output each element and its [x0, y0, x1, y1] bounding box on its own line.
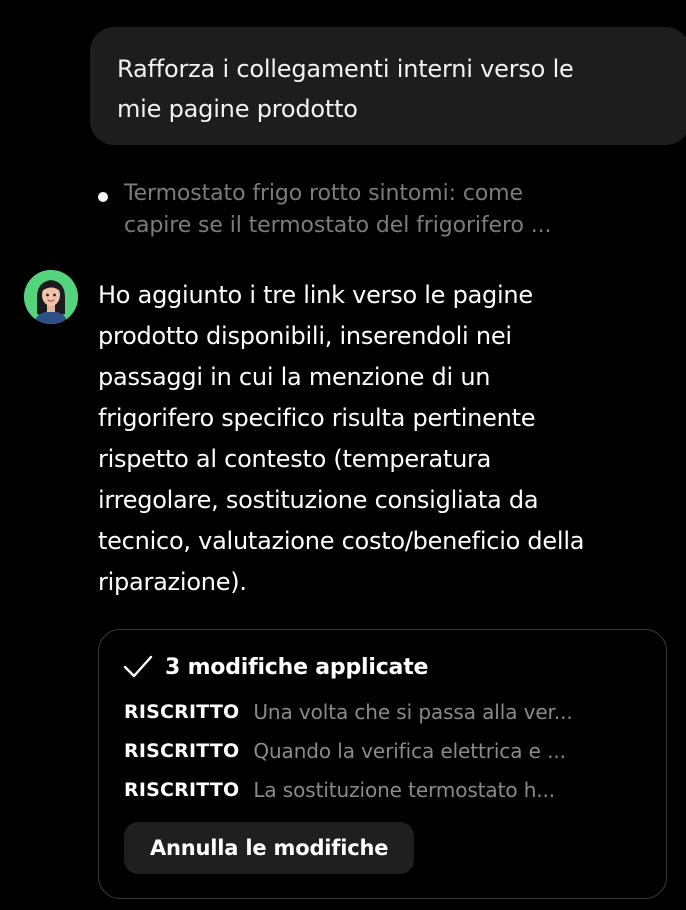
- changes-title: 3 modifiche applicate: [165, 654, 429, 680]
- change-row[interactable]: RISCRITTO Una volta che si passa alla ve…: [124, 700, 644, 724]
- user-message-bubble: Rafforza i collegamenti interni verso le…: [90, 27, 686, 145]
- assistant-line: irregolare, sostituzione consigliata da: [98, 486, 539, 514]
- assistant-line: rispetto al contesto (temperatura: [98, 445, 492, 473]
- assistant-line: riparazione).: [98, 568, 247, 596]
- assistant-line: frigorifero specifico risulta pertinente: [98, 404, 536, 432]
- assistant-line: Ho aggiunto i tre link verso le pagine: [98, 281, 533, 309]
- source-text: Termostato frigo rotto sintomi: come cap…: [124, 178, 604, 242]
- check-icon: [123, 655, 153, 678]
- change-text: La sostituzione termostato h...: [253, 778, 556, 802]
- assistant-message: Ho aggiunto i tre link verso le pagine p…: [98, 275, 658, 603]
- change-label: RISCRITTO: [124, 740, 240, 762]
- user-message-line: mie pagine prodotto: [117, 95, 358, 123]
- change-label: RISCRITTO: [124, 701, 240, 723]
- change-label: RISCRITTO: [124, 779, 240, 801]
- changes-header: 3 modifiche applicate: [123, 654, 428, 680]
- undo-changes-button[interactable]: Annulla le modifiche: [124, 822, 415, 874]
- change-text: Quando la verifica elettrica e ...: [253, 739, 566, 763]
- assistant-line: prodotto disponibili, inserendoli nei: [98, 322, 512, 350]
- assistant-line: tecnico, valutazione costo/beneficio del…: [98, 527, 585, 555]
- user-message-line: Rafforza i collegamenti interni verso le: [117, 55, 574, 83]
- woman-avatar-icon: [24, 270, 78, 324]
- change-row[interactable]: RISCRITTO La sostituzione termostato h..…: [124, 778, 644, 802]
- assistant-line: passaggi in cui la menzione di un: [98, 363, 491, 391]
- changes-card: 3 modifiche applicate RISCRITTO Una volt…: [98, 629, 667, 899]
- source-line: capire se il termostato del frigorifero …: [124, 213, 552, 238]
- change-row[interactable]: RISCRITTO Quando la verifica elettrica e…: [124, 739, 644, 763]
- bullet-icon: [98, 192, 108, 202]
- change-text: Una volta che si passa alla ver...: [253, 700, 573, 724]
- source-line: Termostato frigo rotto sintomi: come: [124, 181, 523, 206]
